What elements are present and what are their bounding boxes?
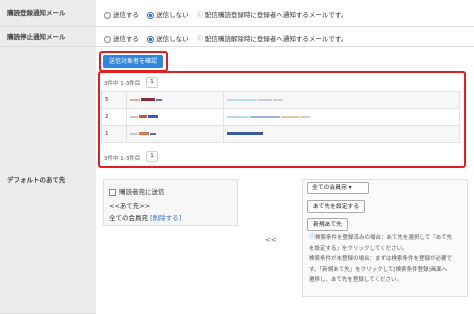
purchase-register-label: 購読登録通知メール xyxy=(0,0,96,27)
move-left-arrow[interactable]: << xyxy=(265,236,277,244)
chevron-down-icon: ▾ xyxy=(348,185,352,191)
info-icon: ⓘ xyxy=(196,12,203,19)
set-destination-button[interactable]: あて先を設定する xyxy=(307,200,365,213)
destination-member: 全ての会員宛 xyxy=(109,214,148,222)
help-note-line: を設定する」をクリックしてください。 xyxy=(309,245,408,252)
row-email xyxy=(223,91,460,109)
subscriber-checkbox-row[interactable]: 購読者宛に送信 xyxy=(109,186,165,196)
row-email xyxy=(223,108,460,126)
results-table: 5 2 1 xyxy=(101,91,460,143)
purchase-stop-info: 配信購読解除時に登録者へ通知するメールです。 xyxy=(204,35,348,43)
radio-send-label: 送信する xyxy=(113,35,139,43)
row-id: 2 xyxy=(101,108,127,126)
delete-destination-link[interactable]: [削除する] xyxy=(150,214,181,222)
radio-nosend[interactable] xyxy=(147,35,155,43)
radio-nosend-label: 送信しない xyxy=(156,11,189,19)
radio-nosend-label: 送信しない xyxy=(156,35,189,43)
row-email xyxy=(223,125,460,143)
page-button-bottom[interactable]: 1 xyxy=(146,151,158,162)
help-note-line: ⓘ検索条件を登録済みの場合：あて先を選択して「あて先 xyxy=(309,234,453,241)
table-row[interactable]: 1 xyxy=(101,125,460,143)
purchase-stop-label: 購読停止通知メール xyxy=(0,27,96,47)
destination-select[interactable]: 全ての会員宛 ▾ xyxy=(307,182,369,194)
page-button-top[interactable]: 1 xyxy=(146,77,158,88)
help-note-line: す。「新規あて先」をクリックして[検索条件登録]画面へ xyxy=(309,266,448,273)
destination-item: 全ての会員宛 [削除する] xyxy=(109,212,181,222)
destination-panel: 購読者宛に送信 <<あて先>> 全ての会員宛 [削除する] xyxy=(103,179,238,226)
destination-help-note: ⓘ検索条件を登録済みの場合：あて先を選択して「あて先 を設定する」をクリックして… xyxy=(309,233,469,286)
help-note-line: 遷移し、あて先を登録してください。 xyxy=(309,277,403,283)
purchase-register-info: 配信購読登録時に登録者へ通知するメールです。 xyxy=(204,11,348,19)
pager-summary-bottom: 3件中 1-3件目 xyxy=(104,156,141,162)
radio-send[interactable] xyxy=(104,11,111,19)
subscriber-checkbox[interactable] xyxy=(109,188,116,196)
destination-select-value: 全ての会員宛 xyxy=(312,185,347,191)
row-id: 5 xyxy=(101,91,127,109)
row-name xyxy=(126,108,224,126)
row-name xyxy=(126,91,224,109)
destination-heading: <<あて先>> xyxy=(109,202,151,210)
row-name xyxy=(126,125,224,143)
radio-send[interactable] xyxy=(104,35,111,43)
info-icon: ⓘ xyxy=(196,36,203,43)
radio-nosend[interactable] xyxy=(147,11,155,19)
new-destination-button[interactable]: 新規あて先 xyxy=(307,218,348,231)
purchase-register-value: 送信する 送信しない ⓘ 配信購読登録時に登録者へ通知するメールです。 xyxy=(96,0,474,27)
table-row[interactable]: 5 xyxy=(101,91,460,109)
pager-summary-top: 3件中 1-3件目 xyxy=(104,81,141,87)
default-dest-label: デフォルトのあて先 xyxy=(0,47,96,314)
row-id: 1 xyxy=(101,125,127,143)
help-note-line: 検索条件が未登録の場合：まずは検索条件を登録が必要で xyxy=(309,256,453,262)
radio-send-label: 送信する xyxy=(113,11,139,19)
confirm-recipients-button[interactable]: 送信対象者を確認 xyxy=(103,55,163,68)
table-row[interactable]: 2 xyxy=(101,108,460,126)
purchase-stop-value: 送信する 送信しない ⓘ 配信購読解除時に登録者へ通知するメールです。 xyxy=(96,27,474,47)
subscriber-checkbox-label: 購読者宛に送信 xyxy=(119,188,165,196)
